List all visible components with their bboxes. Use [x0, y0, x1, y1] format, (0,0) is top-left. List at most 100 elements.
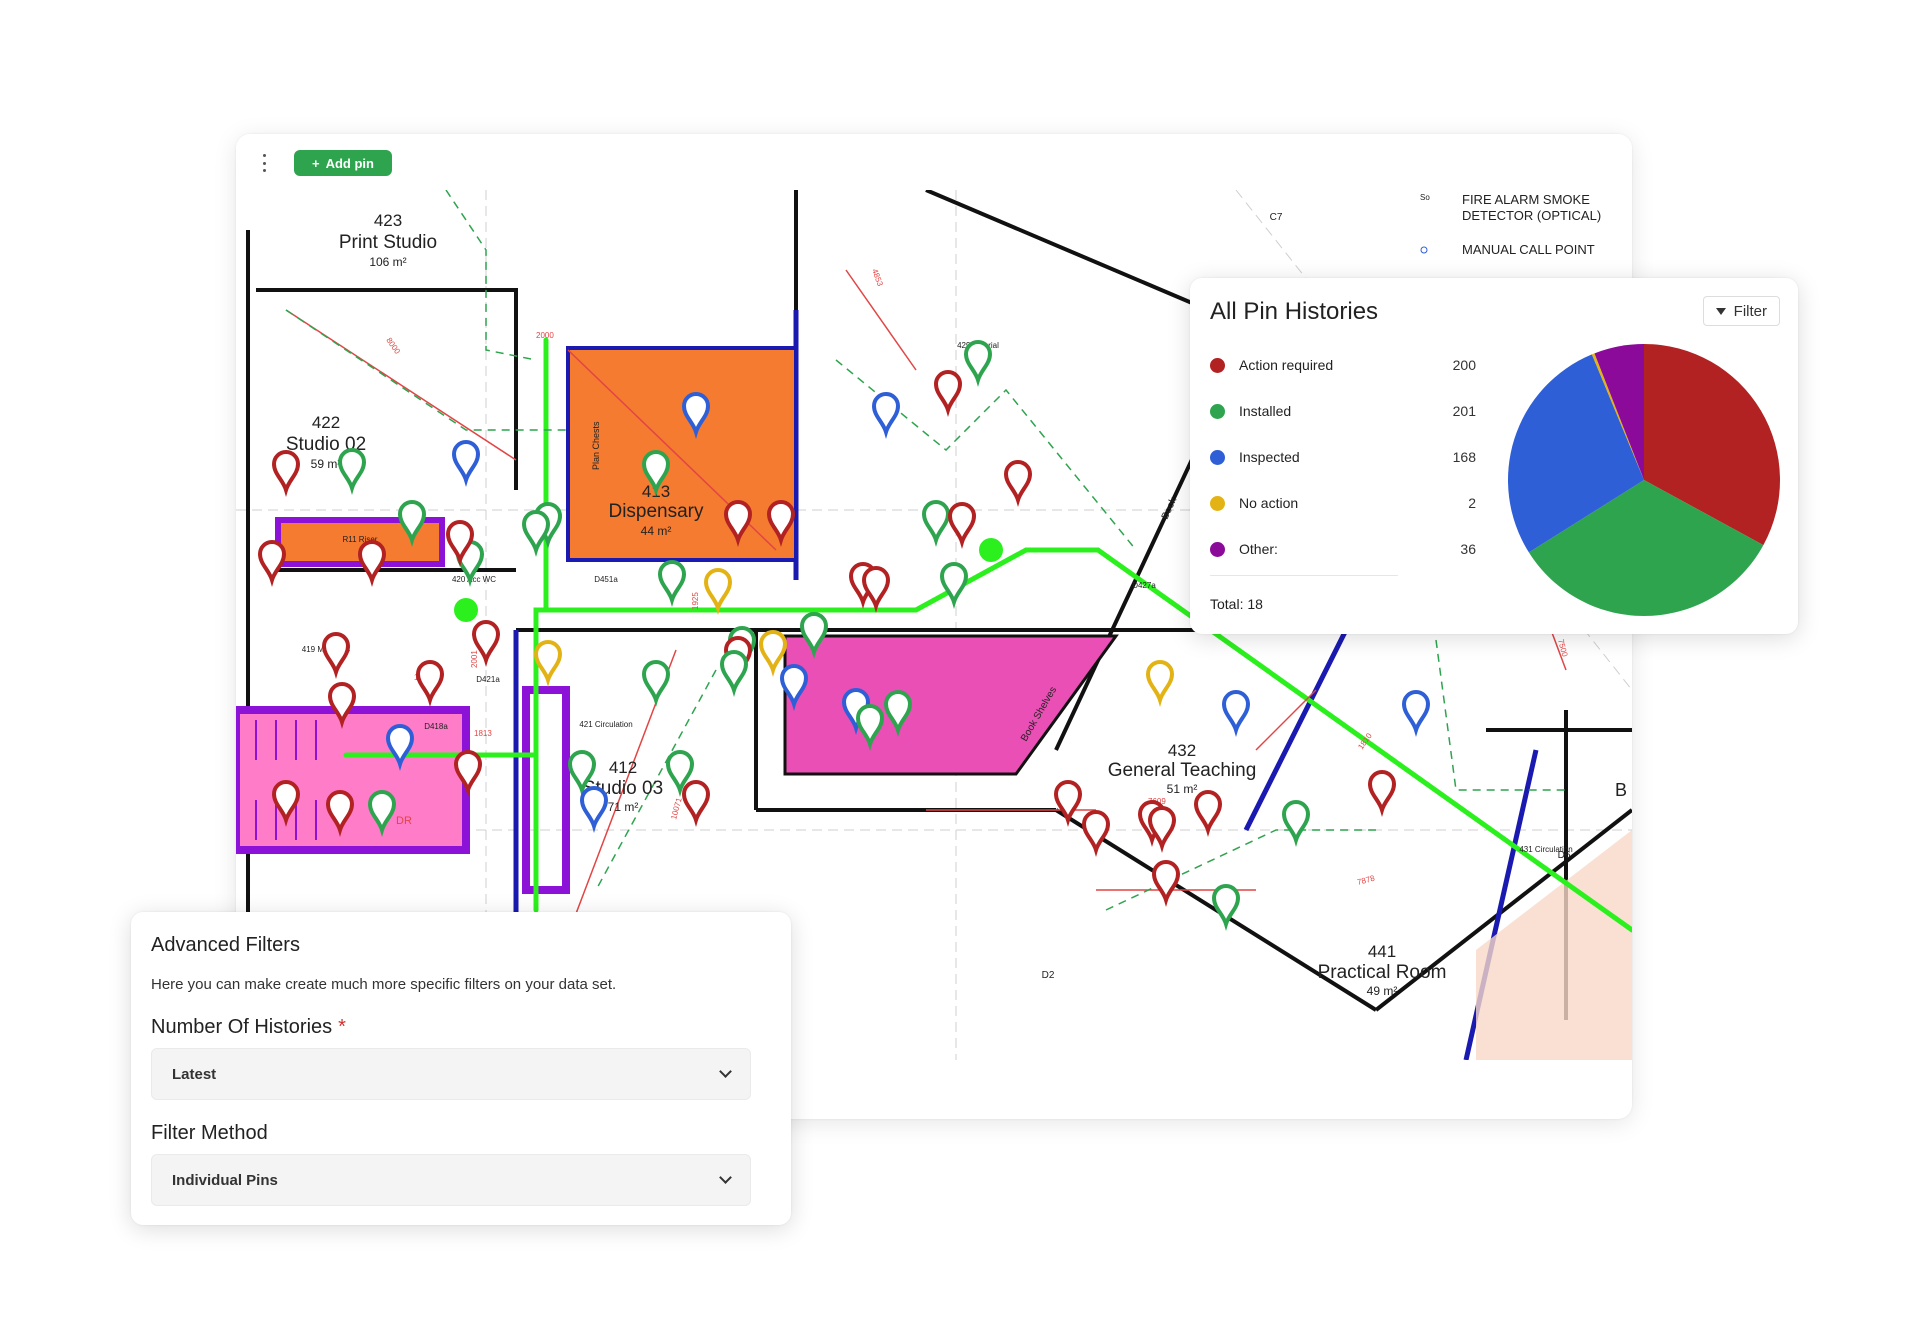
map-pin-icon[interactable]	[641, 660, 671, 707]
dim-4853: 4853	[870, 268, 885, 288]
room-412-number: 412	[609, 758, 637, 777]
room-book-shelves-fill	[783, 634, 1119, 776]
pin-histories-panel: All Pin Histories Filter Action required…	[1190, 278, 1798, 634]
add-pin-button[interactable]: + Add pin	[294, 150, 392, 176]
plan-toolbar: + Add pin	[236, 134, 1632, 190]
map-pin-icon[interactable]	[963, 340, 993, 387]
map-pin-icon[interactable]	[321, 632, 351, 679]
map-pin-icon[interactable]	[357, 540, 387, 587]
advanced-filters-panel: Advanced Filters Here you can make creat…	[131, 912, 791, 1225]
map-pin-icon[interactable]	[947, 502, 977, 549]
filter-button-label: Filter	[1733, 302, 1767, 320]
dim-8000: 8000	[384, 336, 402, 356]
dim-7878: 7878	[1356, 873, 1376, 886]
legend-label: Action required	[1239, 357, 1334, 373]
map-pin-icon[interactable]	[1367, 770, 1397, 817]
filter-method-value: Individual Pins	[172, 1171, 278, 1189]
map-pin-icon[interactable]	[703, 568, 733, 615]
map-pin-icon[interactable]	[1151, 860, 1181, 907]
map-pin-icon[interactable]	[415, 660, 445, 707]
legend-dot-icon	[1210, 541, 1225, 557]
advanced-filters-description: Here you can make create much more speci…	[151, 976, 617, 993]
map-pin-icon[interactable]	[1401, 690, 1431, 737]
room-441-number: 441	[1368, 942, 1396, 961]
d418a-label: D418a	[424, 722, 448, 731]
room-423-area: 106 m²	[369, 255, 406, 269]
legend-label: Other:	[1239, 541, 1278, 557]
legend-item[interactable]: Other: 36	[1210, 526, 1476, 572]
pin-status-pie-chart	[1508, 344, 1780, 616]
room-stairs-fill	[236, 706, 470, 854]
legend-label: Inspected	[1239, 449, 1300, 465]
map-pin-icon[interactable]	[337, 448, 367, 495]
map-pin-icon[interactable]	[1003, 460, 1033, 507]
circulation-421-label: 421 Circulation	[579, 720, 632, 729]
legend-dot-icon	[1210, 357, 1225, 373]
room-422-number: 422	[312, 413, 340, 432]
map-pin-icon[interactable]	[657, 560, 687, 607]
legend-count: 2	[1468, 495, 1476, 511]
book-label: Book	[1160, 495, 1180, 521]
map-pin-icon[interactable]	[1221, 690, 1251, 737]
legend-count: 200	[1452, 357, 1476, 373]
legend-item[interactable]: Installed 201	[1210, 388, 1476, 434]
legend-label: Installed	[1239, 403, 1292, 419]
pin-histories-title: All Pin Histories	[1210, 298, 1379, 325]
required-asterisk: *	[338, 1016, 346, 1038]
add-pin-label: Add pin	[325, 155, 374, 171]
map-pin-icon[interactable]	[1145, 660, 1175, 707]
room-432-area: 51 m²	[1167, 782, 1198, 796]
call-point-symbol-icon	[1420, 246, 1428, 254]
c7-label: C7	[1270, 212, 1283, 223]
legend-count: 36	[1460, 541, 1476, 557]
dim-2001: 2001	[470, 650, 479, 668]
map-pin-icon[interactable]	[1193, 790, 1223, 837]
more-options-icon[interactable]	[260, 154, 268, 172]
d2-label: D2	[1042, 970, 1055, 981]
number-of-histories-label-text: Number Of Histories	[151, 1016, 333, 1038]
room-423-name: Print Studio	[339, 232, 437, 253]
map-pin-icon[interactable]	[1211, 884, 1241, 931]
map-pin-icon[interactable]	[451, 440, 481, 487]
key-call-point: MANUAL CALL POINT	[1462, 242, 1595, 257]
map-pin-icon[interactable]	[257, 540, 287, 587]
map-pin-icon[interactable]	[921, 500, 951, 547]
dr-label: DR	[396, 815, 412, 827]
map-pin-icon[interactable]	[861, 566, 891, 613]
map-pin-icon[interactable]	[719, 650, 749, 697]
room-hatched	[1476, 830, 1632, 1060]
legend-divider	[1210, 575, 1398, 576]
filter-button[interactable]: Filter	[1702, 296, 1780, 326]
key-smoke-line-1: FIRE ALARM SMOKE	[1462, 192, 1590, 207]
dim-10071: 10071	[669, 796, 684, 820]
total-count: Total: 18	[1210, 596, 1263, 612]
map-pin-icon[interactable]	[871, 392, 901, 439]
map-pin-icon[interactable]	[533, 640, 563, 687]
legend-dot-icon	[1210, 495, 1225, 511]
filter-method-label: Filter Method	[151, 1122, 268, 1144]
filter-icon	[1715, 307, 1726, 315]
room-413-fill	[566, 346, 798, 562]
acc-wc-label: 420 Acc WC	[452, 575, 496, 584]
filter-method-select[interactable]: Individual Pins	[151, 1154, 751, 1206]
assembly-point-2	[979, 538, 1003, 562]
legend-item[interactable]: No action 2	[1210, 480, 1476, 526]
legend-label: No action	[1239, 495, 1299, 511]
map-pin-icon[interactable]	[1081, 810, 1111, 857]
legend-item[interactable]: Action required 200	[1210, 342, 1476, 388]
room-432-name: General Teaching	[1108, 760, 1257, 781]
dim-1925: 1925	[691, 592, 700, 610]
map-pin-icon[interactable]	[271, 450, 301, 497]
key-smoke-line-2: DETECTOR (OPTICAL)	[1462, 208, 1601, 223]
map-pin-icon[interactable]	[1281, 800, 1311, 847]
map-pin-icon[interactable]	[681, 780, 711, 827]
legend-count: 168	[1452, 449, 1476, 465]
room-441-area: 49 m²	[1367, 984, 1398, 998]
map-pin-icon[interactable]	[758, 630, 788, 677]
number-of-histories-select[interactable]: Latest	[151, 1048, 751, 1100]
map-pin-icon[interactable]	[579, 786, 609, 833]
plan-chests-label: Plan Chests	[591, 421, 601, 470]
chevron-down-icon	[719, 1065, 732, 1078]
legend-item[interactable]: Inspected 168	[1210, 434, 1476, 480]
number-of-histories-value: Latest	[172, 1065, 217, 1083]
